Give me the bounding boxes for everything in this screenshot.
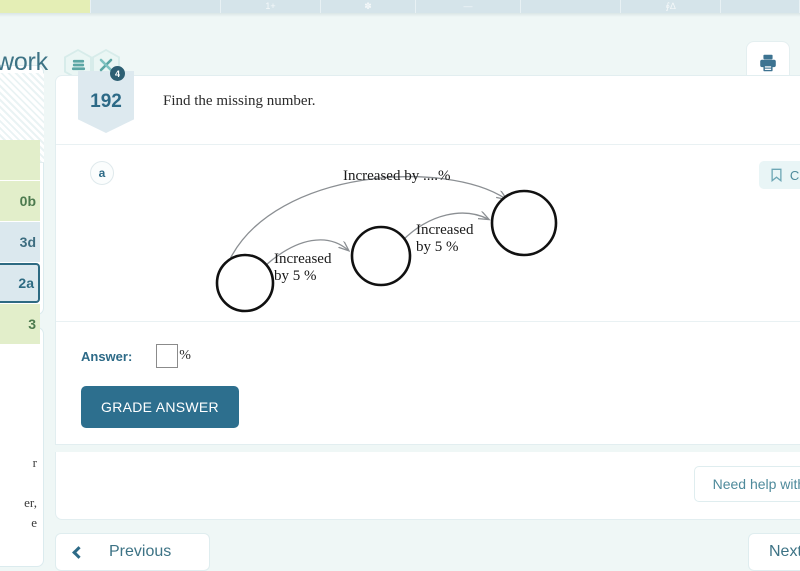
circle-second-value [350, 225, 412, 287]
arrow-label-second-line2: by 5 % [416, 239, 459, 255]
books-glyph [71, 59, 85, 71]
top-strip-glyph-3: ✽ [364, 1, 372, 11]
answer-unit: % [179, 348, 191, 363]
top-strip-cell-6[interactable]: ∮∆ [621, 0, 721, 13]
sidebar-text-fragment-0: r [32, 455, 37, 470]
arrow-label-first-line2: by 5 % [274, 268, 317, 284]
top-strip-cell-7[interactable] [721, 0, 800, 13]
previous-button-label: Previous [109, 543, 172, 560]
grade-answer-button[interactable]: GRADE ANSWER [81, 386, 239, 428]
chapter-button[interactable]: Chap [758, 161, 800, 189]
exercise-card: 192 Find the missing number. a Chap Incr… [55, 71, 800, 445]
printer-icon [760, 54, 776, 72]
question-number-tab: 192 [78, 71, 134, 133]
top-strip-glyph-2: 1+ [265, 1, 276, 11]
page-title: work [0, 48, 48, 76]
sidebar-item-row-0[interactable] [0, 140, 40, 180]
answer-divider [56, 321, 800, 322]
need-help-button[interactable]: Need help with t [693, 466, 800, 502]
sidebar-item-0b[interactable]: 0b [0, 181, 40, 221]
sidebar-text-fragment-1: er, [24, 495, 37, 510]
chevron-left-icon [72, 545, 85, 559]
top-tab-strip: 1+ ✽ — ∮∆ [0, 0, 800, 13]
sidebar-text-fragment-2: e [31, 515, 37, 530]
previous-button[interactable]: Previous [55, 533, 210, 571]
sidebar-item-2a[interactable]: 2a [0, 263, 40, 303]
sub-question-marker: a [90, 161, 114, 185]
left-sidebar: 0b 3d 2a 3 r er, e [0, 17, 44, 567]
bookmark-icon [771, 168, 782, 182]
answer-input[interactable] [156, 344, 179, 368]
answer-row: Answer: % [81, 344, 191, 368]
top-strip-cell-1[interactable] [91, 0, 221, 13]
top-strip-glyph-4: — [463, 1, 473, 11]
arrow-label-first-line1: Increased [274, 251, 332, 267]
top-strip-cell-5[interactable] [521, 0, 621, 13]
sidebar-item-3[interactable]: 3 [0, 304, 40, 344]
help-bar: Need help with t [55, 452, 800, 520]
page-header: work 4 [0, 17, 800, 85]
sidebar-item-3d[interactable]: 3d [0, 222, 40, 262]
next-button[interactable]: Next [748, 533, 800, 571]
top-strip-cell-2[interactable]: 1+ [221, 0, 321, 13]
top-strip-cell-0[interactable] [0, 0, 91, 13]
top-strip-cell-3[interactable]: ✽ [321, 0, 416, 13]
top-strip-glyph-6: ∮∆ [665, 1, 676, 11]
question-text: Find the missing number. [163, 93, 316, 109]
top-strip-cell-4[interactable]: — [416, 0, 521, 13]
sidebar-card-bottom [0, 327, 44, 567]
arrow-label-second-line1: Increased [416, 222, 474, 238]
next-button-label: Next [769, 543, 800, 560]
percentage-flow-diagram: Increased by ....% Increased by 5 % Incr… [215, 168, 558, 313]
circle-third-value [490, 189, 558, 257]
circle-first-value [215, 253, 275, 313]
arrow-label-top: Increased by ....% [343, 168, 450, 184]
card-divider [56, 144, 800, 145]
answer-label: Answer: [81, 348, 133, 364]
chapter-button-label: Chap [789, 167, 800, 183]
tools-badge: 4 [110, 66, 125, 81]
